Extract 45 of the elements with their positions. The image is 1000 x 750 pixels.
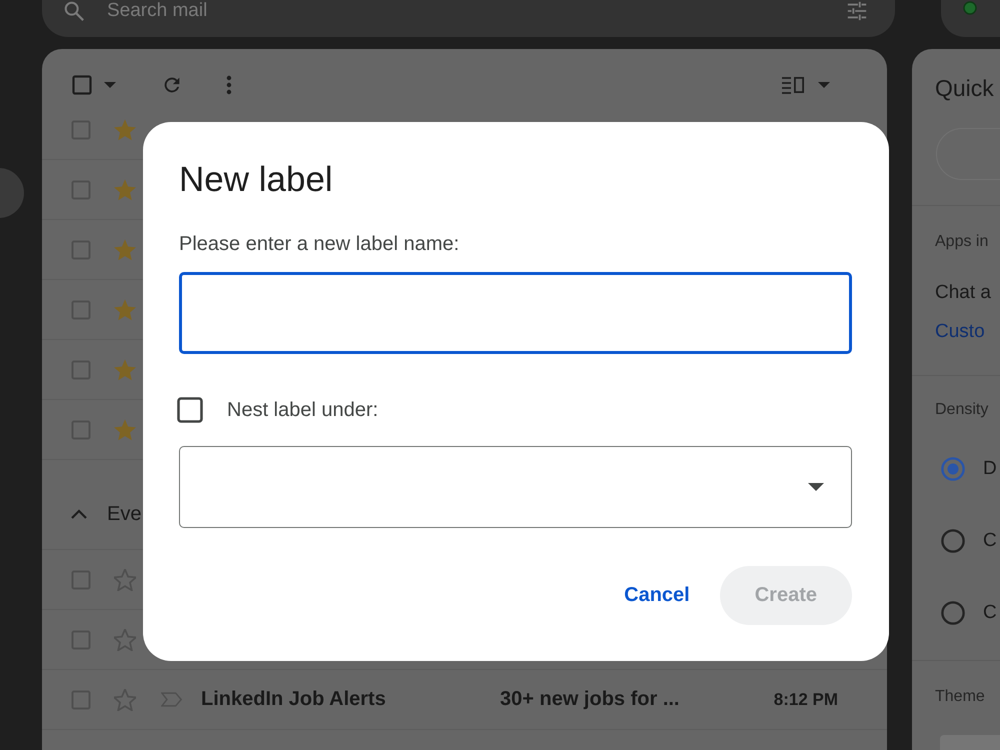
section-title[interactable]: Eve	[107, 500, 142, 526]
status-chip[interactable]	[940, 0, 1000, 37]
radio-button[interactable]	[941, 601, 965, 625]
label-name-input[interactable]	[179, 272, 852, 354]
setting-label: Chat a	[935, 281, 991, 305]
sender-name: LinkedIn Job Alerts	[201, 688, 387, 711]
search-input[interactable]: Search mail	[107, 0, 824, 22]
email-time: 8:12 PM	[774, 690, 838, 710]
section-heading: Theme	[935, 687, 985, 707]
checkbox-label: Nest label under:	[227, 398, 378, 422]
star-icon[interactable]	[114, 118, 136, 140]
split-pane-icon[interactable]	[782, 76, 804, 94]
section-heading: Apps in	[935, 232, 988, 252]
caret-icon[interactable]	[818, 82, 830, 88]
caret-icon[interactable]	[104, 82, 116, 88]
star-icon[interactable]	[114, 688, 136, 710]
email-subject: 30+ new jobs for ...	[500, 688, 680, 711]
dialog-title: New label	[179, 160, 333, 200]
radio-label: C	[983, 602, 997, 624]
nest-checkbox[interactable]	[177, 397, 203, 423]
star-icon[interactable]	[114, 358, 136, 380]
field-label: Please enter a new label name:	[179, 232, 460, 256]
parent-label-dropdown[interactable]	[179, 446, 852, 528]
caret-icon	[808, 483, 824, 491]
radio-label: C	[983, 530, 997, 552]
star-icon[interactable]	[114, 628, 136, 650]
radio-button[interactable]	[941, 457, 965, 481]
more-options-icon[interactable]	[226, 75, 232, 95]
panel-title: Quick	[935, 74, 994, 102]
cancel-button[interactable]: Cancel	[608, 566, 706, 625]
select-all-checkbox[interactable]	[72, 75, 92, 95]
radio-label: D	[983, 458, 997, 480]
search-icon[interactable]	[63, 0, 85, 22]
star-icon[interactable]	[114, 298, 136, 320]
collapse-caret-icon[interactable]	[70, 508, 88, 520]
radio-button[interactable]	[941, 529, 965, 553]
star-icon[interactable]	[114, 178, 136, 200]
search-field[interactable]: Search mail	[42, 0, 895, 37]
star-icon[interactable]	[114, 418, 136, 440]
star-icon[interactable]	[114, 568, 136, 590]
status-dot-icon	[962, 1, 977, 15]
section-heading: Density	[935, 400, 988, 420]
filter-sliders-icon[interactable]	[846, 0, 868, 22]
customize-link[interactable]: Custo	[935, 320, 985, 344]
star-icon[interactable]	[114, 238, 136, 260]
